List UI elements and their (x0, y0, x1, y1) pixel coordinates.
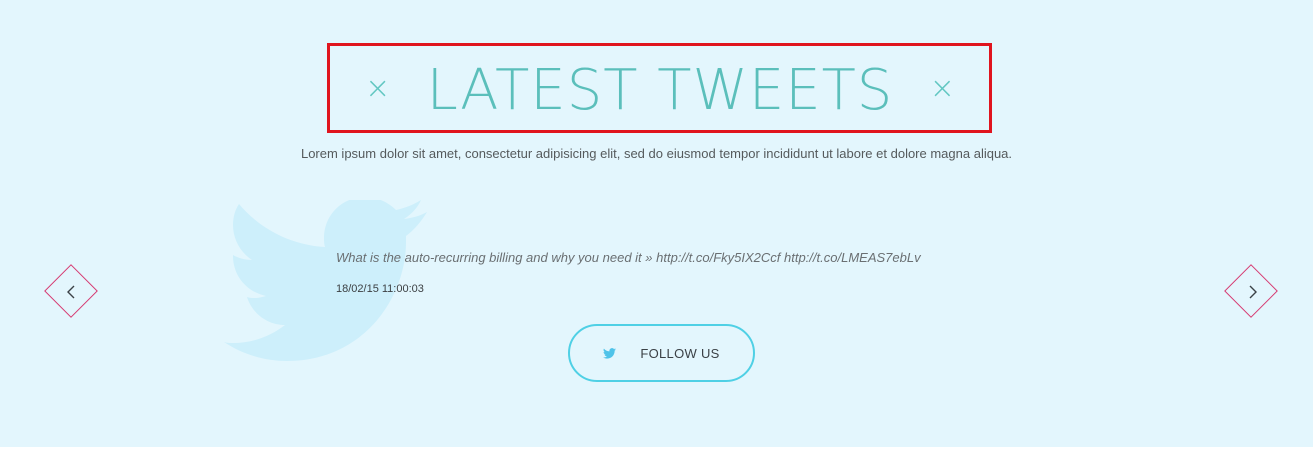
twitter-icon (603, 347, 617, 359)
follow-us-label: FOLLOW US (640, 345, 720, 361)
carousel-prev-button[interactable] (44, 264, 100, 320)
tweet-text: What is the auto-recurring billing and w… (336, 250, 921, 265)
section-title: LATEST TWEETS (426, 58, 894, 123)
section-subtitle: Lorem ipsum dolor sit amet, consectetur … (300, 146, 1013, 161)
tweet-timestamp: 18/02/15 11:00:03 (336, 283, 424, 295)
close-decoration-icon-left: × (365, 71, 391, 106)
close-decoration-icon-right: × (929, 71, 955, 106)
follow-us-button[interactable]: FOLLOW US (568, 324, 755, 382)
chevron-left-icon (67, 285, 75, 299)
carousel-next-button[interactable] (1224, 264, 1280, 320)
latest-tweets-section: × LATEST TWEETS × Lorem ipsum dolor sit … (0, 0, 1313, 450)
chevron-right-icon (1249, 285, 1257, 299)
section-header: × LATEST TWEETS × (330, 46, 990, 132)
